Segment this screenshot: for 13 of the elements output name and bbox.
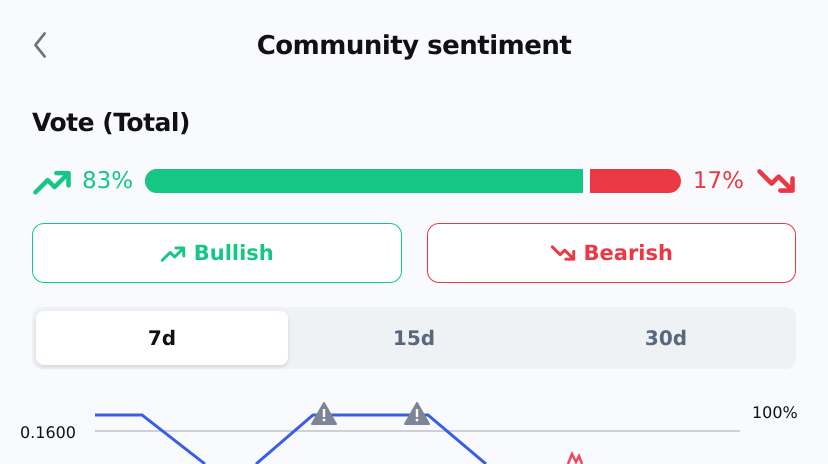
axis-label: 100% [752, 403, 798, 422]
axis-label: 0.1600 [20, 423, 76, 442]
period-tab[interactable]: 30d [540, 311, 792, 365]
period-tab[interactable]: 7d [36, 311, 288, 365]
warning-icon [311, 402, 337, 425]
bearish-button[interactable]: Bearish [426, 223, 796, 283]
warning-icon [404, 402, 430, 425]
period-tab[interactable]: 15d [288, 311, 540, 365]
section-title: Vote (Total) [32, 108, 191, 137]
sentiment-line [566, 450, 584, 464]
bullish-percent: 83% [81, 168, 134, 194]
bearish-percent: 17% [692, 168, 745, 194]
page-title: Community sentiment [256, 31, 572, 61]
